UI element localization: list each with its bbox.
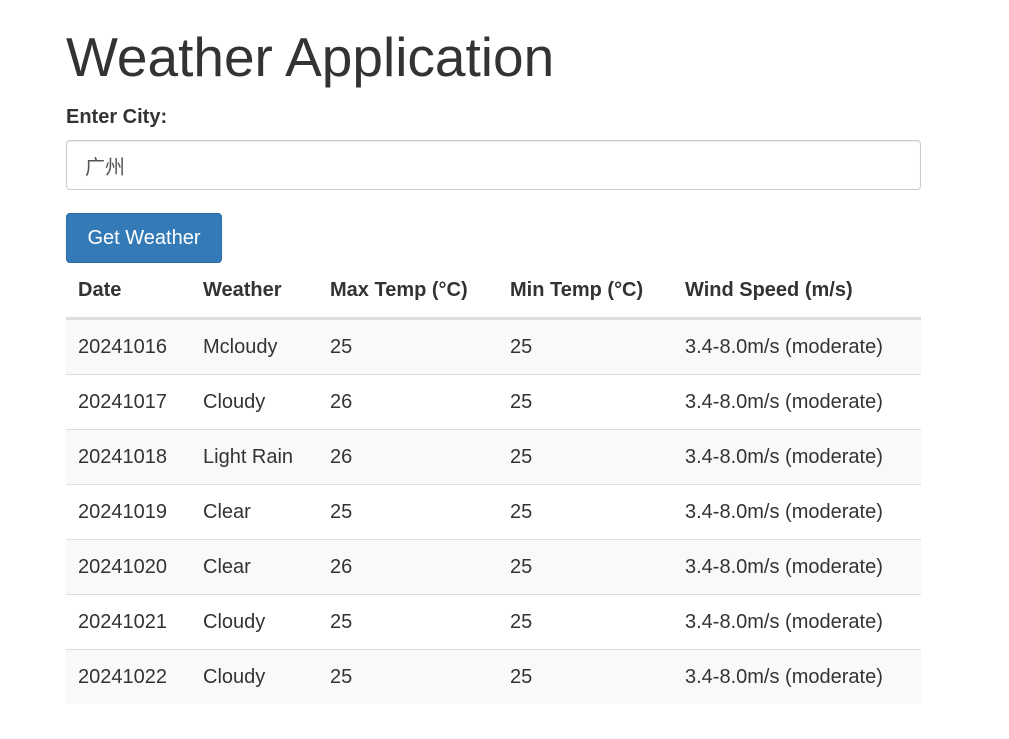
cell-weather: Cloudy [191,594,318,650]
cell-max-temp: 26 [318,374,498,430]
cell-date: 20241021 [66,594,191,650]
cell-wind-speed: 3.4-8.0m/s (moderate) [673,484,921,540]
cell-weather: Mcloudy [203,335,278,358]
cell-max-temp: 25 [318,649,498,704]
cell-date: 20241018 [66,429,191,485]
cell-weather: Light Rain [191,429,318,485]
table-row: 20241018 Light Rain 26 25 3.4-8.0m/s (mo… [66,429,921,485]
cell-min-temp: 25 [498,374,673,430]
header-weather: Weather [191,264,318,320]
city-input[interactable] [66,140,921,190]
header-min-temp: Min Temp (°C) [498,264,673,320]
table-header: Date Weather Max Temp (°C) Min Temp (°C)… [66,264,921,320]
header-max-temp: Max Temp (°C) [318,264,498,320]
cell-wind-speed: 3.4-8.0m/s (moderate) [685,335,883,358]
weather-forecast-table: Date Weather Max Temp (°C) Min Temp (°C)… [66,264,921,704]
table-row: 20241016 Mcloudy 25 25 3.4-8.0m/s (moder… [66,318,921,375]
table-row: 20241022 Cloudy 25 25 3.4-8.0m/s (modera… [66,649,921,704]
city-label: Enter City: [66,106,168,128]
table-row: 20241020 Clear 26 25 3.4-8.0m/s (moderat… [66,539,921,595]
table-row: 20241017 Cloudy 26 25 3.4-8.0m/s (modera… [66,374,921,430]
cell-min-temp: 25 [498,594,673,650]
cell-date: 20241017 [66,374,191,430]
cell-max-temp: 25 [330,335,353,358]
cell-wind-speed: 3.4-8.0m/s (moderate) [673,429,921,485]
cell-min-temp: 25 [510,335,533,358]
table-header-row: Date Weather Max Temp (°C) Min Temp (°C)… [66,264,921,320]
cell-weather: Clear [191,484,318,540]
cell-date: 20241020 [66,539,191,595]
table-body: 20241016 Mcloudy 25 25 3.4-8.0m/s (moder… [66,318,921,704]
cell-date: 20241016 [78,335,167,358]
cell-max-temp: 26 [318,429,498,485]
cell-weather: Cloudy [191,374,318,430]
cell-min-temp: 25 [498,484,673,540]
table-row: 20241019 Clear 25 25 3.4-8.0m/s (moderat… [66,484,921,540]
cell-weather: Clear [191,539,318,595]
cell-min-temp: 25 [498,429,673,485]
cell-wind-speed: 3.4-8.0m/s (moderate) [673,594,921,650]
page-title: Weather Application [66,26,555,88]
cell-wind-speed: 3.4-8.0m/s (moderate) [673,539,921,595]
cell-date: 20241019 [66,484,191,540]
header-wind-speed: Wind Speed (m/s) [673,264,921,320]
cell-max-temp: 25 [318,594,498,650]
cell-date: 20241022 [66,649,191,704]
cell-wind-speed: 3.4-8.0m/s (moderate) [673,649,921,704]
cell-max-temp: 26 [318,539,498,595]
cell-weather: Cloudy [191,649,318,704]
table-row: 20241021 Cloudy 25 25 3.4-8.0m/s (modera… [66,594,921,650]
header-date: Date [66,264,191,320]
cell-max-temp: 25 [318,484,498,540]
cell-wind-speed: 3.4-8.0m/s (moderate) [673,374,921,430]
cell-min-temp: 25 [498,539,673,595]
cell-min-temp: 25 [498,649,673,704]
get-weather-button[interactable]: Get Weather [66,213,222,263]
